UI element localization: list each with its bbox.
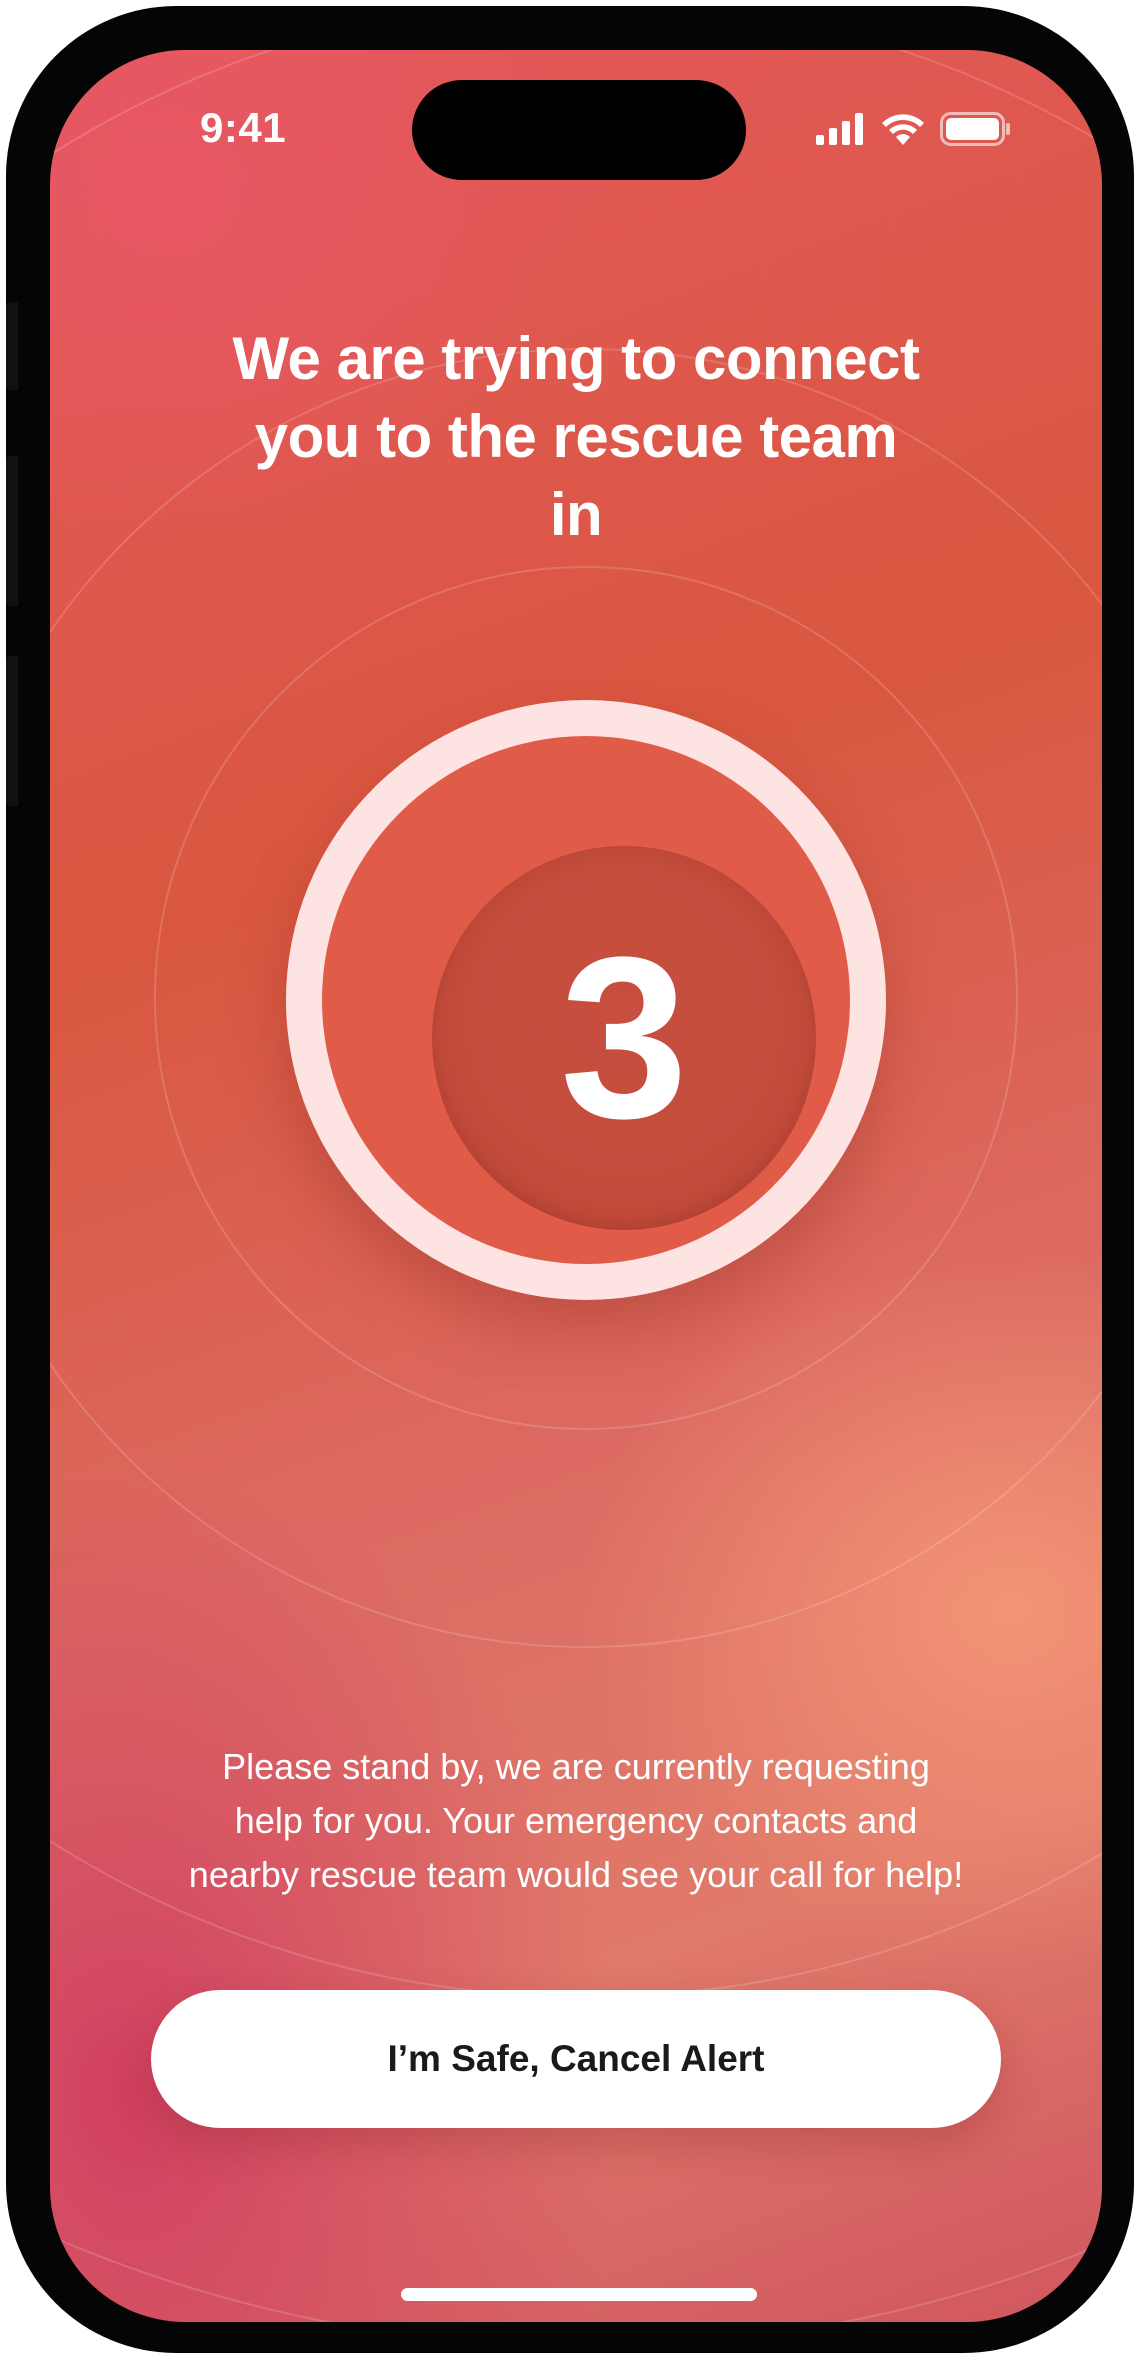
- cellular-signal-icon: [816, 113, 863, 145]
- screen: 9:41 We are trying to connect you to the…: [50, 50, 1102, 2322]
- message-line-1: Please stand by, we are currently reques…: [222, 1746, 930, 1787]
- status-icons: [816, 112, 1012, 146]
- standby-message: Please stand by, we are currently reques…: [110, 1740, 1042, 1902]
- status-time: 9:41: [200, 104, 287, 151]
- countdown-core: 3: [432, 846, 816, 1230]
- headline-line-2: you to the rescue team: [254, 403, 898, 470]
- phone-frame: 9:41 We are trying to connect you to the…: [6, 6, 1134, 2353]
- message-line-2: help for you. Your emergency contacts an…: [234, 1800, 918, 1841]
- message-line-3: nearby rescue team would see your call f…: [188, 1854, 964, 1895]
- wifi-icon: [882, 114, 924, 145]
- dynamic-island: [412, 80, 746, 180]
- headline-line-3: in: [549, 481, 603, 548]
- page-title: We are trying to connect you to the resc…: [50, 320, 1102, 554]
- action-button: [6, 302, 18, 390]
- countdown-ring: 3: [286, 700, 886, 1300]
- volume-up-button: [6, 456, 18, 606]
- countdown-number: 3: [560, 909, 688, 1166]
- home-indicator[interactable]: [401, 2288, 757, 2301]
- cancel-alert-button[interactable]: I’m Safe, Cancel Alert: [151, 1990, 1001, 2128]
- headline-line-1: We are trying to connect: [232, 325, 920, 392]
- battery-icon: [940, 112, 1010, 146]
- volume-down-button: [6, 656, 18, 806]
- status-bar: 9:41: [50, 50, 1102, 180]
- countdown-middle-disc: 3: [322, 736, 850, 1264]
